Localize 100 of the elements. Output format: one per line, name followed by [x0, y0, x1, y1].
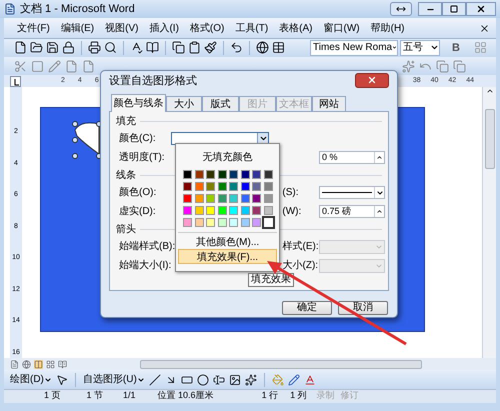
menu-item[interactable]: 窗口(W): [318, 20, 365, 36]
dialog-button[interactable]: 确定: [282, 301, 332, 315]
color-swatch[interactable]: [206, 182, 215, 191]
menu-item[interactable]: 格式(O): [184, 20, 230, 36]
dialog-tab[interactable]: 大小: [166, 96, 202, 111]
page-view-icon[interactable]: [34, 360, 43, 369]
color-swatch[interactable]: [252, 170, 261, 179]
color-swatch[interactable]: [229, 182, 238, 191]
menu-item[interactable]: 工具(T): [230, 20, 274, 36]
close-button[interactable]: [466, 2, 496, 16]
color-swatch[interactable]: [240, 206, 250, 215]
folder-icon[interactable]: [30, 41, 43, 54]
color-swatch[interactable]: [194, 218, 204, 227]
scrollbar-thumb[interactable]: [484, 109, 494, 170]
color-swatch[interactable]: [252, 206, 261, 215]
no-fill-option[interactable]: 无填充颜色: [178, 145, 277, 169]
color-swatch[interactable]: [183, 218, 192, 227]
color-swatch[interactable]: [264, 182, 272, 191]
globe-icon[interactable]: [256, 41, 269, 54]
color-swatch[interactable]: [229, 218, 238, 227]
copy-icon[interactable]: [172, 41, 185, 54]
color-swatch[interactable]: [206, 206, 215, 215]
color-swatch[interactable]: [264, 194, 272, 203]
color-swatch[interactable]: [264, 218, 272, 227]
clipboard-icon[interactable]: [188, 41, 201, 54]
page-icon[interactable]: [82, 60, 95, 73]
resize-button[interactable]: [390, 2, 412, 16]
color-swatch[interactable]: [240, 170, 250, 179]
color-swatch[interactable]: [229, 206, 238, 215]
color-swatch[interactable]: [252, 218, 261, 227]
sparkle-icon[interactable]: [244, 374, 257, 386]
book-icon[interactable]: [146, 41, 159, 54]
web-view-icon[interactable]: [22, 360, 31, 369]
spelling-icon[interactable]: [130, 41, 143, 54]
horizontal-scrollbar[interactable]: [140, 360, 422, 369]
page-icon[interactable]: [65, 60, 78, 73]
color-swatch[interactable]: [194, 170, 204, 179]
table-icon[interactable]: [272, 41, 285, 54]
color-swatch[interactable]: [218, 206, 226, 215]
color-swatch[interactable]: [183, 194, 192, 203]
menu-item[interactable]: 填充效果(F)...: [178, 249, 277, 264]
menu-item[interactable]: 文件(F): [12, 20, 55, 36]
brush-icon[interactable]: [204, 41, 217, 54]
color-swatch[interactable]: [229, 194, 238, 203]
fill-bucket-icon[interactable]: [272, 374, 284, 386]
color-swatch[interactable]: [218, 218, 226, 227]
dialog-tab[interactable]: 网站: [312, 96, 346, 111]
line-style-combo[interactable]: [319, 186, 385, 199]
menu-item[interactable]: 插入(I): [144, 20, 184, 36]
font-color-icon[interactable]: [304, 374, 316, 386]
color-swatch[interactable]: [206, 194, 215, 203]
ellipse-icon[interactable]: [196, 374, 209, 386]
color-swatch[interactable]: [183, 206, 192, 215]
bold-button[interactable]: B: [448, 40, 464, 56]
dialog-button[interactable]: 取消: [338, 301, 388, 315]
color-swatch[interactable]: [264, 206, 272, 215]
pencil-icon[interactable]: [288, 374, 300, 386]
color-swatch[interactable]: [194, 194, 204, 203]
new-document-icon[interactable]: [14, 41, 27, 54]
line-icon[interactable]: [148, 374, 161, 386]
normal-view-icon[interactable]: [10, 360, 19, 369]
text-box-icon[interactable]: [212, 374, 225, 386]
dialog-tab[interactable]: 颜色与线条: [111, 94, 166, 112]
image-icon[interactable]: [228, 374, 241, 386]
color-swatch[interactable]: [218, 182, 226, 191]
spin-field[interactable]: 0.75 磅: [319, 205, 385, 218]
color-swatch[interactable]: [229, 170, 238, 179]
grid-icon[interactable]: [474, 41, 487, 54]
color-swatch[interactable]: [218, 194, 226, 203]
draw-menu-button[interactable]: 绘图(D): [10, 372, 52, 388]
color-swatch[interactable]: [194, 182, 204, 191]
pointer-icon[interactable]: [56, 374, 68, 386]
color-swatch[interactable]: [183, 170, 192, 179]
outline-view-icon[interactable]: [46, 360, 55, 369]
color-swatch[interactable]: [183, 182, 192, 191]
menu-item[interactable]: 表格(A): [274, 20, 318, 36]
color-swatch[interactable]: [218, 170, 226, 179]
menu-item[interactable]: 编辑(E): [56, 20, 100, 36]
size-combo[interactable]: 五号: [400, 40, 440, 56]
color-swatch[interactable]: [206, 218, 215, 227]
dialog-tab[interactable]: 版式: [202, 96, 239, 111]
pencil-icon[interactable]: [48, 60, 61, 73]
color-swatch[interactable]: [194, 206, 204, 215]
frame-icon[interactable]: [31, 60, 44, 73]
color-swatch[interactable]: [206, 170, 215, 179]
close-button[interactable]: [355, 72, 389, 88]
maximize-button[interactable]: [442, 2, 466, 16]
undo-icon[interactable]: [230, 41, 243, 54]
save-icon[interactable]: [46, 41, 59, 54]
color-swatch[interactable]: [240, 218, 250, 227]
autoshapes-button[interactable]: 自选图形(U): [82, 372, 145, 388]
lock-icon[interactable]: [62, 41, 75, 54]
color-swatch[interactable]: [264, 170, 272, 179]
color-swatch[interactable]: [240, 182, 250, 191]
rectangle-icon[interactable]: [180, 374, 193, 386]
menu-item[interactable]: 视图(V): [100, 20, 144, 36]
spin-field[interactable]: 0 %: [319, 151, 385, 164]
color-swatch[interactable]: [252, 194, 261, 203]
tab-stop-icon[interactable]: [10, 76, 21, 87]
printer-icon[interactable]: [88, 41, 101, 54]
